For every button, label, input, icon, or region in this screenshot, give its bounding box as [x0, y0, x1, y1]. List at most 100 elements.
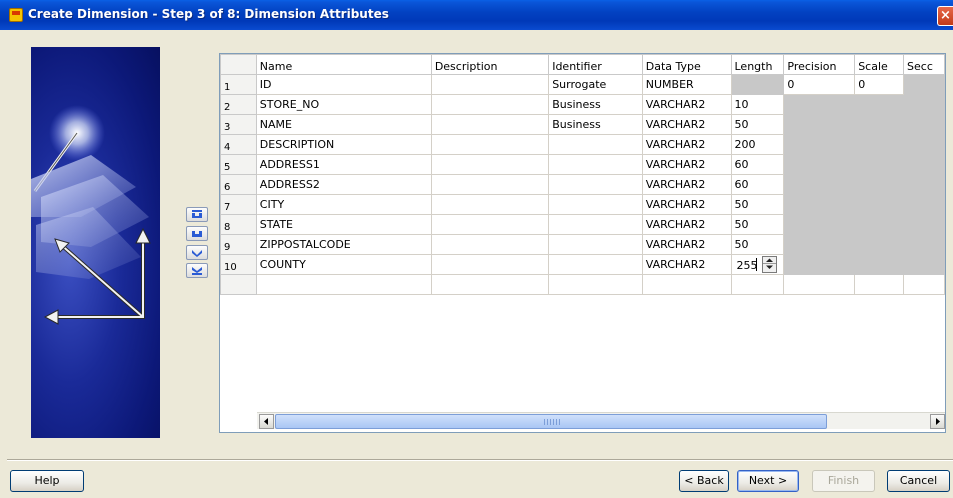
cell-identifier[interactable] — [548, 274, 643, 295]
cell-length[interactable]: 50 — [730, 234, 785, 255]
next-button[interactable]: Next > — [737, 470, 799, 492]
cell-length[interactable]: 200 — [730, 134, 785, 155]
column-header-length[interactable]: Length — [730, 54, 785, 75]
cell-data-type[interactable]: VARCHAR2 — [641, 94, 732, 115]
move-up-button[interactable] — [186, 226, 208, 241]
move-down-button[interactable] — [186, 245, 208, 260]
table-row[interactable]: 6 ADDRESS2 VARCHAR2 60 — [220, 174, 945, 195]
cell-data-type[interactable] — [641, 274, 732, 295]
table-row[interactable]: 5 ADDRESS1 VARCHAR2 60 — [220, 154, 945, 175]
row-number[interactable]: 6 — [220, 174, 257, 195]
scrollbar-thumb[interactable] — [275, 414, 827, 429]
cell-identifier[interactable]: Surrogate — [548, 74, 643, 95]
cell-name[interactable]: ZIPPOSTALCODE — [255, 234, 432, 255]
row-number[interactable]: 4 — [220, 134, 257, 155]
table-row[interactable]: 2 STORE_NO Business VARCHAR2 10 — [220, 94, 945, 115]
back-button[interactable]: < Back — [679, 470, 729, 492]
cell-name[interactable]: NAME — [255, 114, 432, 135]
cell-data-type[interactable]: VARCHAR2 — [641, 154, 732, 175]
column-header-scale[interactable]: Scale — [854, 54, 905, 75]
cell-description[interactable] — [430, 74, 550, 95]
row-number[interactable]: 3 — [220, 114, 257, 135]
cell-data-type[interactable]: VARCHAR2 — [641, 114, 732, 135]
cell-name[interactable]: ID — [255, 74, 432, 95]
empty-new-row[interactable] — [220, 274, 945, 295]
row-number[interactable]: 2 — [220, 94, 257, 115]
cell-description[interactable] — [430, 234, 550, 255]
cell-description[interactable] — [430, 274, 550, 295]
length-spinner-cell[interactable]: 255 — [730, 254, 785, 275]
cell-identifier[interactable]: Business — [548, 114, 643, 135]
table-row[interactable]: 8 STATE VARCHAR2 50 — [220, 214, 945, 235]
cell-description[interactable] — [430, 114, 550, 135]
cell-description[interactable] — [430, 134, 550, 155]
move-to-bottom-button[interactable] — [186, 263, 208, 278]
attributes-grid[interactable]: Name Description Identifier Data Type Le… — [219, 53, 946, 433]
cell-identifier[interactable]: Business — [548, 94, 643, 115]
scroll-right-button[interactable] — [930, 414, 945, 429]
cell-name[interactable]: CITY — [255, 194, 432, 215]
cell-length[interactable]: 10 — [730, 94, 785, 115]
cell-length[interactable]: 60 — [730, 174, 785, 195]
table-row[interactable]: 3 NAME Business VARCHAR2 50 — [220, 114, 945, 135]
cell-length[interactable]: 50 — [730, 194, 785, 215]
table-row[interactable]: 7 CITY VARCHAR2 50 — [220, 194, 945, 215]
length-spinner[interactable] — [761, 256, 777, 273]
row-number[interactable]: 9 — [220, 234, 257, 255]
cell-data-type[interactable]: VARCHAR2 — [641, 174, 732, 195]
cell-name[interactable]: DESCRIPTION — [255, 134, 432, 155]
cell-identifier[interactable] — [548, 234, 643, 255]
row-number[interactable]: 10 — [220, 254, 257, 275]
cell-data-type[interactable]: VARCHAR2 — [641, 234, 732, 255]
cell-identifier[interactable] — [548, 194, 643, 215]
cell-data-type[interactable]: VARCHAR2 — [641, 194, 732, 215]
table-row[interactable]: 10 COUNTY VARCHAR2 255 — [220, 254, 945, 275]
cell-data-type[interactable]: VARCHAR2 — [641, 214, 732, 235]
close-button[interactable]: × — [937, 6, 953, 26]
cell-description[interactable] — [430, 174, 550, 195]
spinner-down-button[interactable] — [763, 264, 776, 271]
finish-button[interactable]: Finish — [812, 470, 875, 492]
cell-data-type[interactable]: NUMBER — [641, 74, 732, 95]
cancel-button[interactable]: Cancel — [887, 470, 950, 492]
row-number[interactable]: 7 — [220, 194, 257, 215]
cell-seconds[interactable] — [903, 274, 945, 295]
cell-name[interactable]: ADDRESS1 — [255, 154, 432, 175]
cell-precision[interactable]: 0 — [783, 74, 856, 95]
cell-identifier[interactable] — [548, 254, 643, 275]
move-to-top-button[interactable] — [186, 207, 208, 222]
cell-data-type[interactable]: VARCHAR2 — [641, 254, 732, 275]
row-number[interactable]: 5 — [220, 154, 257, 175]
column-header-precision[interactable]: Precision — [783, 54, 856, 75]
cell-description[interactable] — [430, 214, 550, 235]
cell-name[interactable]: COUNTY — [255, 254, 432, 275]
cell-description[interactable] — [430, 94, 550, 115]
help-button[interactable]: Help — [10, 470, 84, 492]
cell-description[interactable] — [430, 194, 550, 215]
table-row[interactable]: 9 ZIPPOSTALCODE VARCHAR2 50 — [220, 234, 945, 255]
spinner-up-button[interactable] — [762, 257, 776, 264]
table-row[interactable]: 1 ID Surrogate NUMBER 0 0 — [220, 74, 945, 95]
horizontal-scrollbar[interactable] — [257, 412, 945, 429]
cell-name[interactable] — [255, 274, 432, 295]
cell-identifier[interactable] — [548, 174, 643, 195]
column-header-name[interactable]: Name — [255, 54, 432, 75]
length-spinner-value[interactable]: 255 — [737, 259, 758, 272]
cell-identifier[interactable] — [548, 134, 643, 155]
cell-name[interactable]: STORE_NO — [255, 94, 432, 115]
cell-name[interactable]: ADDRESS2 — [255, 174, 432, 195]
column-header-identifier[interactable]: Identifier — [548, 54, 643, 75]
table-row[interactable]: 4 DESCRIPTION VARCHAR2 200 — [220, 134, 945, 155]
cell-name[interactable]: STATE — [255, 214, 432, 235]
cell-length[interactable]: 50 — [730, 214, 785, 235]
cell-description[interactable] — [430, 254, 550, 275]
row-number[interactable]: 8 — [220, 214, 257, 235]
row-number[interactable]: 1 — [220, 74, 257, 95]
column-header-seconds[interactable]: Secc — [903, 54, 945, 75]
column-header-description[interactable]: Description — [430, 54, 550, 75]
cell-scale[interactable] — [854, 274, 905, 295]
cell-length[interactable]: 50 — [730, 114, 785, 135]
cell-description[interactable] — [430, 154, 550, 175]
cell-data-type[interactable]: VARCHAR2 — [641, 134, 732, 155]
cell-scale[interactable]: 0 — [854, 74, 905, 95]
